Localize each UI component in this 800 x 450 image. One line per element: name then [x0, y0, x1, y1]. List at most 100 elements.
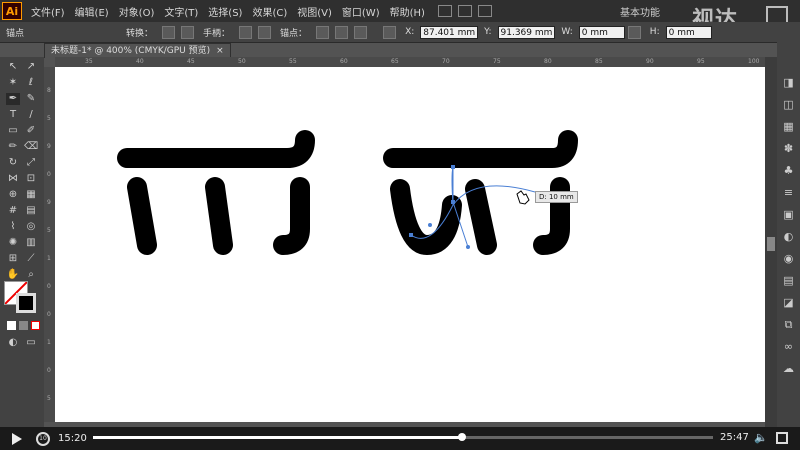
- distance-tooltip: D: 10 mm: [535, 191, 578, 203]
- ruler-tick-label: 50: [238, 58, 246, 65]
- color-guide-icon[interactable]: ◫: [782, 98, 795, 111]
- width-field[interactable]: 0 mm: [578, 25, 625, 39]
- rotate-tool-icon[interactable]: ↻: [6, 157, 20, 169]
- links-panel-icon[interactable]: ∞: [782, 340, 795, 353]
- workspace-switcher[interactable]: 基本功能: [620, 4, 660, 19]
- current-time: 15:20: [58, 433, 87, 444]
- hide-handles-icon[interactable]: [258, 25, 272, 39]
- lasso-tool-icon[interactable]: ℓ: [24, 77, 38, 89]
- artboards-panel-icon[interactable]: ⧉: [782, 318, 795, 331]
- ruler-tick-label: 9: [47, 143, 51, 150]
- menu-type[interactable]: 文字(T): [159, 4, 203, 19]
- stock-icon[interactable]: [457, 5, 472, 17]
- free-transform-tool-icon[interactable]: ⊡: [24, 173, 38, 185]
- selection-tool-icon[interactable]: ↖: [6, 61, 20, 73]
- y-field[interactable]: 91.369 mm: [497, 25, 556, 39]
- libraries-panel-icon[interactable]: ☁: [782, 362, 795, 375]
- color-panel-icon[interactable]: ◨: [782, 76, 795, 89]
- rectangle-tool-icon[interactable]: ▭: [6, 125, 20, 137]
- gradient-tool-icon[interactable]: ▤: [24, 205, 38, 217]
- connect-anchor-icon[interactable]: [335, 25, 349, 39]
- tools-panel: ↖ ↗ ✶ ℓ ✒ ✎ T / ▭ ✐ ✏ ⌫ ↻ ⤢ ⋈ ⊡ ⊕ ▦ # ▤ …: [0, 57, 44, 427]
- column-graph-tool-icon[interactable]: ▥: [24, 237, 38, 249]
- hand-tool-icon[interactable]: ✋: [6, 269, 20, 281]
- pen-tool-icon[interactable]: ✒: [6, 93, 20, 105]
- remove-anchor-icon[interactable]: [316, 25, 330, 39]
- eyedropper-tool-icon[interactable]: ⌇: [6, 221, 20, 233]
- fullscreen-icon[interactable]: [776, 432, 788, 444]
- convert-corner-icon[interactable]: [162, 25, 176, 39]
- bridge-icon[interactable]: [437, 5, 452, 17]
- ruler-tick-label: 0: [47, 171, 51, 178]
- arrange-documents-icon[interactable]: [477, 5, 492, 17]
- menu-edit[interactable]: 编辑(E): [70, 4, 114, 19]
- magic-wand-tool-icon[interactable]: ✶: [6, 77, 20, 89]
- menu-window[interactable]: 窗口(W): [337, 4, 385, 19]
- none-mode-icon[interactable]: [31, 321, 40, 330]
- color-mode-icon[interactable]: [7, 321, 16, 330]
- appearance-panel-icon[interactable]: ◉: [782, 252, 795, 265]
- artboard[interactable]: [55, 67, 765, 422]
- pen-cursor-icon: [516, 190, 530, 205]
- menu-file[interactable]: 文件(F): [26, 4, 70, 19]
- perspective-grid-tool-icon[interactable]: ▦: [24, 189, 38, 201]
- align-icon[interactable]: [383, 25, 397, 39]
- stroke-swatch[interactable]: [16, 293, 36, 313]
- link-proportions-icon[interactable]: [627, 25, 641, 39]
- anchor-point-label: 锚点: [6, 28, 25, 39]
- volume-icon[interactable]: 🔈: [754, 432, 768, 444]
- blend-tool-icon[interactable]: ◎: [24, 221, 38, 233]
- glyph-2-top-bar: [383, 130, 578, 168]
- artboard-tool-icon[interactable]: ⊞: [6, 253, 20, 265]
- gradient-panel-icon[interactable]: ▣: [782, 208, 795, 221]
- slice-tool-icon[interactable]: ⟋: [24, 253, 38, 265]
- menu-effect[interactable]: 效果(C): [247, 4, 292, 19]
- video-progress-bar[interactable]: [93, 433, 713, 441]
- artwork-canvas[interactable]: [55, 67, 765, 422]
- show-handles-icon[interactable]: [239, 25, 253, 39]
- shape-builder-tool-icon[interactable]: ⊕: [6, 189, 20, 201]
- vertical-scrollbar[interactable]: [765, 57, 777, 427]
- height-field[interactable]: 0 mm: [665, 25, 712, 39]
- direct-selection-tool-icon[interactable]: ↗: [24, 61, 38, 73]
- zoom-tool-icon[interactable]: ⌕: [24, 269, 38, 281]
- rewind-10-icon[interactable]: 10: [36, 431, 50, 446]
- menu-help[interactable]: 帮助(H): [385, 4, 430, 19]
- graphic-styles-icon[interactable]: ▤: [782, 274, 795, 287]
- total-time: 25:47: [720, 432, 749, 443]
- glyph-1-right-hook: [273, 177, 310, 255]
- pencil-tool-icon[interactable]: ✏: [6, 141, 20, 153]
- line-tool-icon[interactable]: /: [24, 109, 38, 121]
- cut-path-icon[interactable]: [354, 25, 368, 39]
- swatches-panel-icon[interactable]: ▦: [782, 120, 795, 133]
- gradient-mode-icon[interactable]: [19, 321, 28, 330]
- menu-select[interactable]: 选择(S): [203, 4, 247, 19]
- scale-tool-icon[interactable]: ⤢: [24, 157, 38, 169]
- type-tool-icon[interactable]: T: [6, 109, 20, 121]
- ruler-tick-label: 90: [646, 58, 654, 65]
- convert-smooth-icon[interactable]: [181, 25, 195, 39]
- play-icon[interactable]: [12, 432, 22, 445]
- width-tool-icon[interactable]: ⋈: [6, 173, 20, 185]
- scrollbar-thumb[interactable]: [767, 237, 775, 251]
- paintbrush-tool-icon[interactable]: ✐: [24, 125, 38, 137]
- brushes-panel-icon[interactable]: ✽: [782, 142, 795, 155]
- video-progress-knob[interactable]: [457, 433, 466, 441]
- menu-view[interactable]: 视图(V): [292, 4, 337, 19]
- ruler-tick-label: 0: [47, 311, 51, 318]
- eraser-tool-icon[interactable]: ⌫: [24, 141, 38, 153]
- x-field[interactable]: 87.401 mm: [420, 25, 479, 39]
- menu-object[interactable]: 对象(O): [114, 4, 160, 19]
- layers-panel-icon[interactable]: ◪: [782, 296, 795, 309]
- mesh-tool-icon[interactable]: #: [6, 205, 20, 217]
- document-tab[interactable]: 未标题-1* @ 400% (CMYK/GPU 预览) ×: [44, 43, 231, 58]
- symbol-sprayer-tool-icon[interactable]: ✺: [6, 237, 20, 249]
- transparency-panel-icon[interactable]: ◐: [782, 230, 795, 243]
- ruler-tick-label: 1: [47, 339, 51, 346]
- stroke-panel-icon[interactable]: ≡: [782, 186, 795, 199]
- draw-mode-icon[interactable]: ◐: [6, 337, 20, 349]
- symbols-panel-icon[interactable]: ♣: [782, 164, 795, 177]
- close-tab-icon[interactable]: ×: [216, 44, 224, 58]
- curvature-tool-icon[interactable]: ✎: [24, 93, 38, 105]
- screen-mode-icon[interactable]: ▭: [24, 337, 38, 349]
